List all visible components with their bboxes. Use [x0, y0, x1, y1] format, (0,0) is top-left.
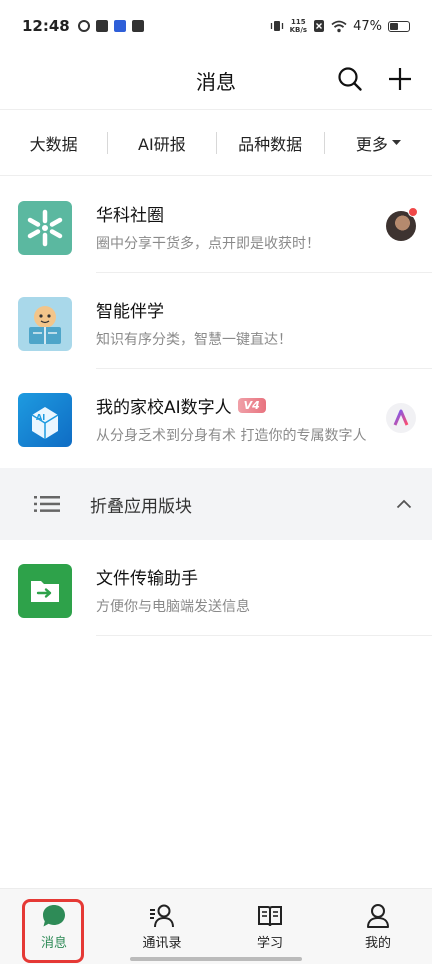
- tab-label: 更多: [355, 134, 388, 154]
- battery-percent: 47%: [353, 18, 382, 34]
- tab-ai-report[interactable]: AI研报: [108, 131, 215, 155]
- app-notification-icon: [113, 20, 126, 32]
- book-icon: [258, 905, 282, 926]
- sync-icon: [77, 20, 90, 32]
- item-title: 智能伴学: [96, 297, 164, 322]
- person-icon: [367, 903, 389, 928]
- nav-me[interactable]: 我的: [324, 889, 432, 964]
- search-icon: [338, 67, 362, 91]
- list-icon: [34, 496, 60, 512]
- list-item-file-transfer[interactable]: 文件传输助手 方便你与电脑端发送信息: [0, 540, 432, 636]
- item-title: 文件传输助手: [96, 564, 198, 589]
- status-right: 115 KB/s 47%: [270, 18, 410, 34]
- svg-text:AI: AI: [36, 413, 45, 422]
- nav-study[interactable]: 学习: [216, 889, 324, 964]
- tab-variety-data[interactable]: 品种数据: [217, 131, 324, 155]
- item-title-text: 华科社圈: [96, 206, 164, 226]
- net-speed: 115 KB/s: [290, 18, 307, 34]
- nav-label: 学习: [256, 935, 283, 951]
- item-subtitle: 从分身乏术到分身有术 打造你的专属数字人: [96, 428, 367, 444]
- file-transfer-icon: [18, 564, 72, 618]
- wifi-icon: [331, 20, 347, 32]
- item-subtitle: 方便你与电脑端发送信息: [96, 599, 250, 615]
- tab-more[interactable]: 更多: [325, 131, 432, 155]
- status-time: 12:48: [22, 17, 70, 35]
- chevron-up-icon[interactable]: [396, 499, 412, 509]
- header: 消息: [0, 52, 432, 110]
- bottom-nav: 消息 通讯录 学习 我的: [0, 888, 432, 964]
- tab-big-data[interactable]: 大数据: [0, 131, 107, 155]
- item-title: 华科社圈: [96, 201, 164, 226]
- home-indicator[interactable]: [130, 957, 302, 961]
- status-bar: 12:48 115 KB/s 47%: [0, 0, 432, 52]
- sim-off-icon: [314, 20, 325, 32]
- nav-label: 我的: [364, 935, 391, 951]
- fold-section[interactable]: 折叠应用版块: [0, 468, 432, 540]
- nav-label: 通讯录: [142, 935, 182, 951]
- item-subtitle: 圈中分享干货多，点开即是收获时！: [96, 236, 320, 252]
- ai-logo-icon: [386, 403, 416, 433]
- caret-down-icon: [391, 139, 401, 145]
- shortcut-tabs: 大数据 AI研报 品种数据 更多: [0, 110, 432, 176]
- list-item-digital-human[interactable]: AI 我的家校AI数字人 V4 从分身乏术到分身有术 打造你的专属数字人: [0, 369, 432, 465]
- study-companion-icon: [18, 297, 72, 351]
- page-title: 消息: [196, 70, 236, 94]
- battery-fill: [390, 22, 399, 30]
- message-app-icon: [95, 20, 108, 32]
- net-speed-unit: KB/s: [289, 26, 308, 34]
- fold-section-label: 折叠应用版块: [90, 496, 192, 517]
- list-item-huake-community[interactable]: 华科社圈 圈中分享干货多，点开即是收获时！: [0, 177, 432, 273]
- nav-messages[interactable]: 消息: [0, 889, 108, 964]
- version-badge: V4: [237, 398, 266, 413]
- add-button[interactable]: [385, 64, 415, 94]
- item-title-text: 我的家校AI数字人: [96, 398, 232, 418]
- vibrate-icon: [270, 21, 283, 31]
- battery-icon: [388, 20, 410, 32]
- item-subtitle: 知识有序分类，智慧一键直达！: [96, 332, 292, 348]
- conversation-list: 华科社圈 圈中分享干货多，点开即是收获时！ 智能伴学 知识有序分类，智慧一键直达…: [0, 177, 432, 465]
- tab-label: AI研报: [138, 134, 186, 154]
- calendar-app-icon: [131, 20, 144, 32]
- contacts-icon: [150, 904, 174, 927]
- highlight-box: [22, 899, 84, 963]
- notification-icons: [77, 20, 144, 32]
- nav-contacts[interactable]: 通讯录: [108, 889, 216, 964]
- net-speed-value: 115: [291, 18, 306, 26]
- item-title: 我的家校AI数字人 V4: [96, 393, 266, 418]
- item-title-text: 智能伴学: [96, 302, 164, 322]
- tab-label: 大数据: [29, 134, 78, 154]
- huake-logo-icon: [18, 201, 72, 255]
- search-button[interactable]: [335, 64, 365, 94]
- digital-human-icon: AI: [18, 393, 72, 447]
- unread-dot: [408, 207, 418, 217]
- item-title-text: 文件传输助手: [96, 569, 198, 589]
- plus-icon: [389, 68, 411, 90]
- list-item-smart-study[interactable]: 智能伴学 知识有序分类，智慧一键直达！: [0, 273, 432, 369]
- tab-label: 品种数据: [238, 134, 303, 154]
- divider: [96, 635, 432, 636]
